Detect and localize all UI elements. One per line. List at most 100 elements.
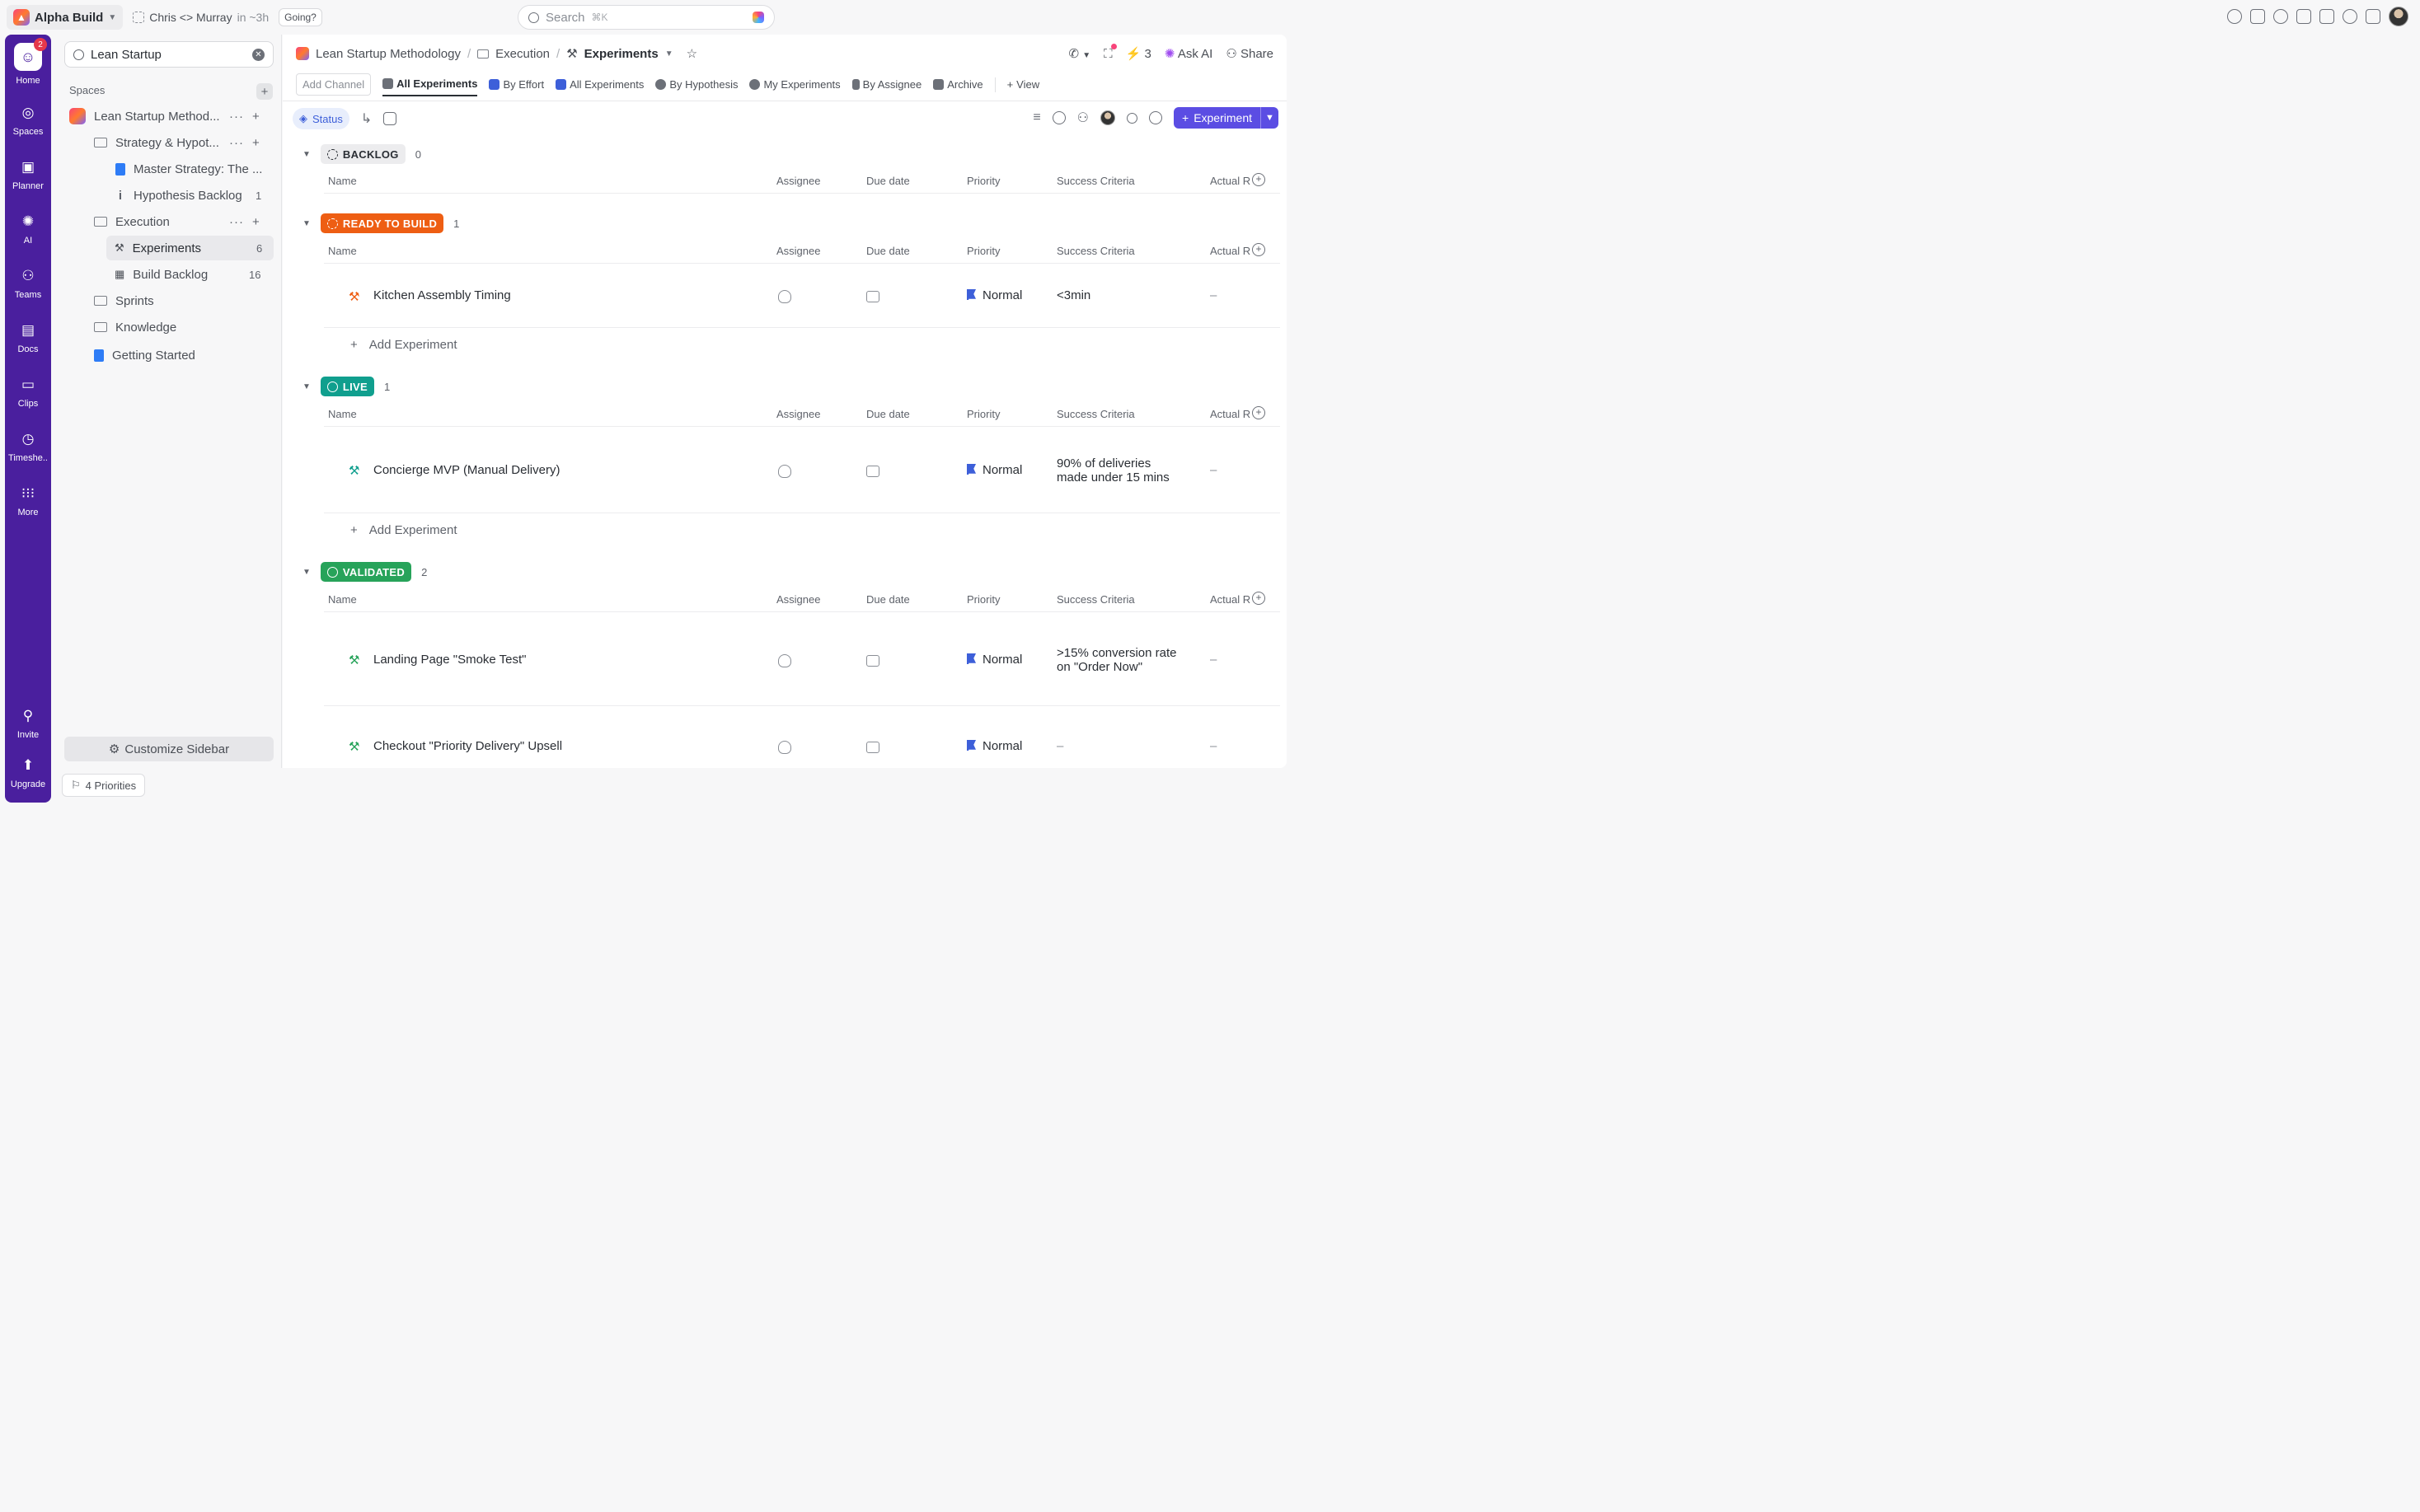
col-name[interactable]: Name (328, 245, 357, 257)
col-name[interactable]: Name (328, 175, 357, 187)
sidebar-item-knowledge[interactable]: Knowledge (94, 315, 275, 339)
add-date-icon[interactable] (866, 742, 879, 753)
tab-my-experiments[interactable]: My Experiments (749, 73, 841, 96)
priorities-button[interactable]: ⚐ 4 Priorities (62, 774, 146, 797)
col-due-date[interactable]: Due date (866, 245, 910, 257)
add-assignee-icon[interactable] (778, 465, 791, 478)
sidebar-item-master-strategy[interactable]: Master Strategy: The ... (115, 157, 275, 181)
rail-docs[interactable]: ▤ Docs (5, 321, 51, 354)
add-date-icon[interactable] (866, 291, 879, 302)
collapse-caret-icon[interactable]: ▼ (302, 150, 311, 159)
add-assignee-icon[interactable] (778, 290, 791, 303)
add-channel-button[interactable]: Add Channel (296, 73, 372, 96)
col-success[interactable]: Success Criteria (1057, 408, 1135, 420)
status-badge[interactable]: LIVE (320, 377, 375, 396)
sidebar-item-build-backlog[interactable]: ▦ Build Backlog 16 (115, 262, 274, 287)
subtasks-icon[interactable]: ↳ (361, 110, 372, 127)
add-assignee-icon[interactable] (778, 741, 791, 754)
chevron-down-icon[interactable]: ▼ (665, 49, 673, 59)
add-date-icon[interactable] (866, 466, 879, 477)
sidebar-item-strategy-folder[interactable]: Strategy & Hypot... ··· + (94, 130, 275, 155)
col-assignee[interactable]: Assignee (776, 593, 820, 606)
assignees-icon[interactable]: ⚇ (1077, 110, 1089, 126)
rail-spaces[interactable]: ◎ Spaces (5, 104, 51, 137)
col-assignee[interactable]: Assignee (776, 245, 820, 257)
rail-ai[interactable]: ✺ AI (5, 213, 51, 246)
table-row[interactable]: ⚒ Concierge MVP (Manual Delivery) Normal… (324, 428, 1280, 513)
col-name[interactable]: Name (328, 593, 357, 606)
add-icon[interactable]: + (252, 215, 260, 229)
status-badge[interactable]: VALIDATED (320, 562, 412, 582)
automation-button[interactable]: ⚡ 3 (1126, 46, 1151, 61)
ai-sparkle-icon[interactable] (753, 12, 764, 23)
ask-ai-button[interactable]: ✺ Ask AI (1165, 46, 1212, 61)
sidebar-item-experiments[interactable]: ⚒ Experiments 6 (106, 236, 274, 260)
add-column-icon[interactable]: + (1252, 173, 1265, 186)
col-due-date[interactable]: Due date (866, 408, 910, 420)
col-actual[interactable]: Actual R (1210, 245, 1250, 257)
rail-planner[interactable]: ▣ Planner (5, 158, 51, 191)
task-check-icon[interactable] (2227, 9, 2242, 24)
check-circle-icon[interactable] (1052, 111, 1066, 124)
actual-result[interactable]: – (1210, 288, 1217, 302)
tab-archive[interactable]: Archive (933, 73, 983, 96)
more-icon[interactable]: ··· (229, 215, 244, 229)
actual-result[interactable]: – (1210, 463, 1217, 477)
phone-icon[interactable]: ✆ ▼ (1069, 46, 1091, 61)
share-button[interactable]: ⚇ Share (1226, 46, 1273, 61)
col-priority[interactable]: Priority (967, 593, 1000, 606)
table-row[interactable]: ⚒ Checkout "Priority Delivery" Upsell No… (324, 706, 1280, 768)
col-success[interactable]: Success Criteria (1057, 593, 1135, 606)
crumb-list[interactable]: Experiments (584, 47, 659, 61)
rail-teams[interactable]: ⚇ Teams (5, 267, 51, 300)
columns-icon[interactable] (383, 112, 397, 125)
status-badge[interactable]: BACKLOG (320, 144, 406, 164)
customize-sidebar-button[interactable]: ⚙ Customize Sidebar (64, 737, 274, 761)
tab-by-hypothesis[interactable]: By Hypothesis (655, 73, 738, 96)
sidebar-item-hypothesis-backlog[interactable]: i Hypothesis Backlog 1 (115, 183, 275, 208)
add-icon[interactable]: + (252, 136, 260, 150)
upcoming-meeting[interactable]: Chris <> Murray in ~3h Going? (133, 8, 322, 26)
add-space-button[interactable]: + (256, 83, 273, 100)
priority-cell[interactable]: Normal (967, 288, 1022, 302)
col-assignee[interactable]: Assignee (776, 408, 820, 420)
tab-all-experiments[interactable]: All Experiments (382, 73, 478, 96)
global-search[interactable]: Search ⌘K (518, 5, 775, 30)
collapse-caret-icon[interactable]: ▼ (302, 568, 311, 577)
clear-search-icon[interactable]: ✕ (252, 48, 265, 61)
success-criteria[interactable]: <3min (1057, 288, 1090, 302)
tab-by-assignee[interactable]: By Assignee (851, 73, 922, 96)
col-actual[interactable]: Actual R (1210, 408, 1250, 420)
rail-clips[interactable]: ▭ Clips (5, 376, 51, 409)
user-avatar[interactable] (2389, 7, 2408, 26)
inbox-icon[interactable] (2250, 9, 2265, 24)
new-experiment-button[interactable]: + Experiment ▼ (1174, 107, 1278, 129)
sidebar-search-input[interactable]: Lean Startup ✕ (64, 41, 274, 68)
add-column-icon[interactable]: + (1252, 243, 1265, 256)
table-row[interactable]: ⚒ Kitchen Assembly Timing Normal <3min – (324, 264, 1280, 328)
sidebar-item-sprints[interactable]: Sprints (94, 288, 275, 313)
add-date-icon[interactable] (866, 655, 879, 667)
actual-result[interactable]: – (1210, 653, 1217, 667)
crumb-space[interactable]: Lean Startup Methodology (316, 47, 461, 61)
col-actual[interactable]: Actual R (1210, 175, 1250, 187)
group-by-status-button[interactable]: ◈ Status (293, 108, 349, 129)
table-row[interactable]: ⚒ Landing Page "Smoke Test" Normal >15% … (324, 613, 1280, 706)
col-priority[interactable]: Priority (967, 245, 1000, 257)
add-column-icon[interactable]: + (1252, 592, 1265, 605)
col-due-date[interactable]: Due date (866, 593, 910, 606)
me-avatar[interactable] (1100, 110, 1115, 125)
add-experiment-row[interactable]: + Add Experiment (324, 520, 1280, 540)
rail-more[interactable]: ⁝⁝⁝ More (5, 484, 51, 517)
crumb-folder[interactable]: Execution (495, 47, 550, 61)
add-experiment-row[interactable]: + Add Experiment (324, 335, 1280, 354)
filter-icon[interactable]: ≡ (1033, 110, 1040, 125)
alarm-icon[interactable] (2273, 9, 2288, 24)
col-priority[interactable]: Priority (967, 175, 1000, 187)
actual-result[interactable]: – (1210, 739, 1217, 753)
more-icon[interactable]: ··· (229, 136, 244, 150)
task-name[interactable]: Landing Page "Smoke Test" (373, 653, 527, 667)
collapse-caret-icon[interactable]: ▼ (302, 219, 311, 228)
success-criteria[interactable]: 90% of deliveries made under 15 mins (1057, 456, 1170, 484)
chevron-down-icon[interactable]: ▼ (1260, 107, 1278, 129)
